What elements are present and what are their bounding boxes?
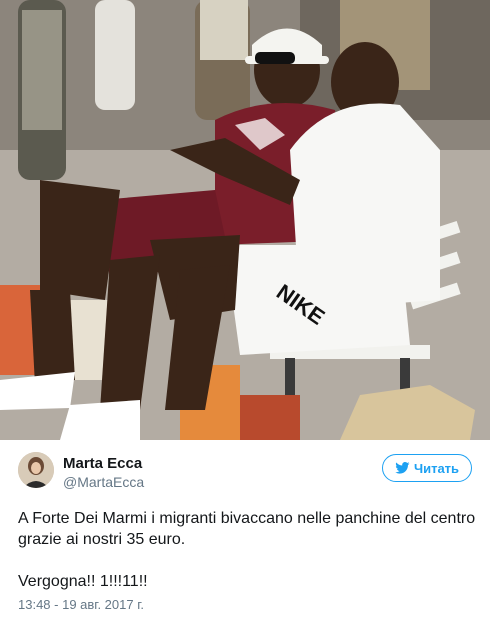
twitter-bird-icon [395,462,410,474]
follow-button[interactable]: Читать [382,454,472,482]
author-display-name[interactable]: Marta Ecca [63,455,142,472]
avatar[interactable] [18,452,54,488]
follow-button-label: Читать [413,460,460,476]
tweet-text-line: Vergogna!! 1!!!11!! [18,573,148,590]
author-handle[interactable]: @MartaEcca [63,474,144,490]
tweet-card: NIKE Marta Ecca @MartaEcca Читать A Fort… [0,0,490,623]
tweet-header: Marta Ecca @MartaEcca Читать [18,452,474,492]
tweet-text-line: A Forte Dei Marmi i migranti bivaccano n… [18,510,476,548]
tweet-timestamp[interactable]: 13:48 - 19 авг. 2017 г. [18,597,144,612]
tweet-photo[interactable]: NIKE [0,0,490,440]
tweet-text: A Forte Dei Marmi i migranti bivaccano n… [18,508,478,592]
